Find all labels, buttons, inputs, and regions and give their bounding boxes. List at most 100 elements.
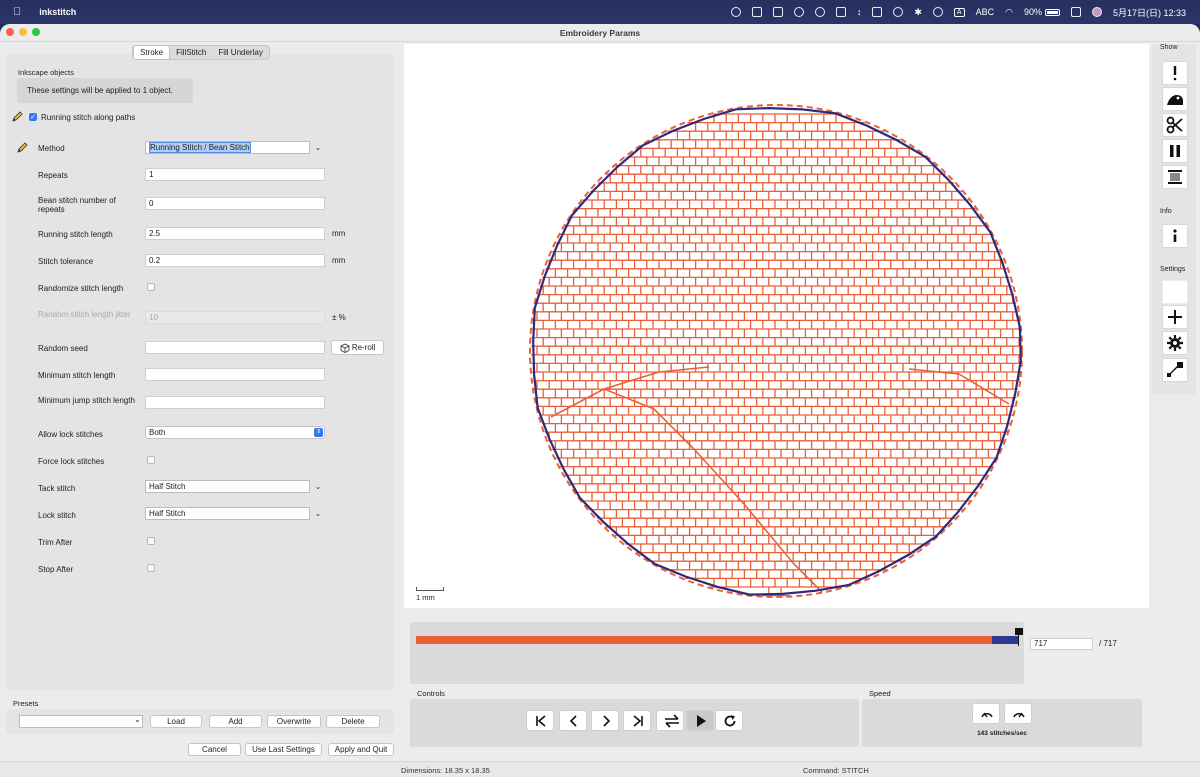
stop-after-checkbox[interactable] bbox=[147, 564, 155, 572]
tolerance-input[interactable]: 0.2 bbox=[145, 254, 325, 267]
display-icon[interactable] bbox=[835, 7, 846, 17]
method-combo[interactable]: Running Stitch / Bean Stitch bbox=[145, 141, 310, 154]
next-stitch-button[interactable] bbox=[591, 710, 619, 731]
info-icon bbox=[1173, 229, 1177, 242]
tack-stitch-combo[interactable]: Half Stitch bbox=[145, 480, 310, 493]
input-mode[interactable]: ABC bbox=[976, 7, 995, 17]
running-length-label: Running stitch length bbox=[38, 230, 113, 239]
needle-points-button[interactable] bbox=[1162, 358, 1188, 382]
preset-delete-button[interactable]: Delete bbox=[326, 715, 380, 728]
bluetooth-icon[interactable]: ✱ bbox=[914, 7, 922, 18]
tab-fill-underlay[interactable]: Fill Underlay bbox=[212, 46, 268, 59]
show-trims-button[interactable] bbox=[1162, 113, 1188, 137]
method-value: Running Stitch / Bean Stitch bbox=[149, 142, 251, 153]
allow-lock-select[interactable]: Both ⇕ bbox=[145, 426, 325, 439]
use-last-settings-button[interactable]: Use Last Settings bbox=[245, 743, 322, 756]
settings-button[interactable] bbox=[1162, 331, 1188, 355]
close-window-button[interactable] bbox=[6, 28, 14, 36]
slower-button[interactable] bbox=[972, 703, 1000, 724]
direction-button[interactable] bbox=[656, 710, 684, 731]
presets-combo[interactable] bbox=[19, 715, 143, 728]
pencil-icon bbox=[17, 142, 28, 153]
vpn-icon[interactable]: ↕ bbox=[857, 7, 862, 17]
presets-label: Presets bbox=[13, 699, 39, 708]
stitch-preview-canvas[interactable] bbox=[404, 44, 1149, 608]
progress-track[interactable] bbox=[416, 636, 1019, 644]
presets-chevron-icon[interactable]: ⌄ bbox=[134, 715, 141, 724]
first-stitch-button[interactable] bbox=[526, 710, 554, 731]
apple-menu-icon[interactable]:  bbox=[13, 6, 21, 18]
reroll-button[interactable]: Re-roll bbox=[331, 340, 384, 355]
min-stitch-input[interactable] bbox=[145, 368, 325, 381]
title-bar: Embroidery Params bbox=[0, 24, 1200, 42]
faster-button[interactable] bbox=[1004, 703, 1032, 724]
show-warnings-button[interactable] bbox=[1162, 61, 1188, 85]
lock-dropdown-chevron-icon[interactable]: ⌄ bbox=[312, 507, 324, 520]
force-lock-label: Force lock stitches bbox=[38, 457, 105, 466]
zoom-in-button[interactable] bbox=[1162, 305, 1188, 329]
show-stops-button[interactable] bbox=[1162, 139, 1188, 163]
blank-setting-button[interactable] bbox=[1162, 280, 1188, 304]
info-button[interactable] bbox=[1162, 224, 1188, 248]
face-icon[interactable] bbox=[932, 7, 943, 17]
previous-stitch-button[interactable] bbox=[559, 710, 587, 731]
running-length-input[interactable]: 2.5 bbox=[145, 227, 325, 240]
needle-points-icon bbox=[1167, 362, 1183, 377]
outline-stitch-path bbox=[532, 106, 1022, 596]
apply-and-quit-button[interactable]: Apply and Quit bbox=[328, 743, 394, 756]
stop-after-label: Stop After bbox=[38, 565, 74, 574]
swap-arrows-icon bbox=[665, 714, 679, 728]
randomize-checkbox[interactable] bbox=[147, 283, 155, 291]
app-menu[interactable]: inkstitch bbox=[39, 7, 76, 17]
chat-icon[interactable] bbox=[793, 7, 804, 17]
random-seed-input[interactable] bbox=[145, 341, 325, 354]
tab-stroke[interactable]: Stroke bbox=[133, 45, 171, 60]
clock[interactable]: 5月17日(日) 12:33 bbox=[1113, 6, 1186, 19]
wifi-icon[interactable]: ◠ bbox=[1005, 7, 1013, 18]
clipboard-icon[interactable] bbox=[751, 7, 762, 17]
running-stitch-checkbox[interactable]: ✓ bbox=[29, 113, 37, 121]
tack-dropdown-chevron-icon[interactable]: ⌄ bbox=[312, 480, 324, 493]
input-source-icon[interactable]: A bbox=[953, 7, 965, 17]
siri-icon[interactable] bbox=[1091, 7, 1102, 17]
controls-label: Controls bbox=[417, 689, 445, 698]
method-dropdown-chevron-icon[interactable]: ⌄ bbox=[312, 141, 324, 154]
force-lock-checkbox[interactable] bbox=[147, 456, 155, 464]
bean-repeats-label: Bean stitch number of repeats bbox=[38, 196, 116, 214]
stitch-preview[interactable]: 1 mm bbox=[404, 44, 1149, 608]
preset-overwrite-button[interactable]: Overwrite bbox=[267, 715, 321, 728]
control-center-icon[interactable] bbox=[1070, 7, 1081, 17]
select-stepper-icon: ⇕ bbox=[314, 428, 323, 437]
minimize-window-button[interactable] bbox=[19, 28, 27, 36]
sync-icon[interactable] bbox=[814, 7, 825, 17]
play-button[interactable] bbox=[686, 710, 714, 731]
bean-repeats-input[interactable]: 0 bbox=[145, 197, 325, 210]
lock-stitch-combo[interactable]: Half Stitch bbox=[145, 507, 310, 520]
info-label: Info bbox=[1160, 208, 1172, 215]
last-stitch-button[interactable] bbox=[623, 710, 651, 731]
battery-icon bbox=[1044, 9, 1060, 17]
method-label: Method bbox=[38, 144, 65, 153]
trim-after-checkbox[interactable] bbox=[147, 537, 155, 545]
show-color-changes-button[interactable] bbox=[1162, 165, 1188, 189]
travel-stitch bbox=[550, 366, 710, 418]
restart-button[interactable] bbox=[715, 710, 743, 731]
play-icon[interactable] bbox=[893, 7, 904, 17]
screen-record-icon[interactable] bbox=[730, 7, 741, 17]
min-jump-input[interactable] bbox=[145, 396, 325, 409]
preset-load-button[interactable]: Load bbox=[150, 715, 202, 728]
randomize-label: Randomize stitch length bbox=[38, 284, 124, 293]
window-icon[interactable] bbox=[872, 7, 883, 17]
battery-status[interactable]: 90% bbox=[1024, 7, 1060, 17]
frog-icon bbox=[1167, 95, 1183, 105]
lock-stitch-label: Lock stitch bbox=[38, 511, 76, 520]
progress-handle[interactable] bbox=[1015, 628, 1023, 635]
cancel-button[interactable]: Cancel bbox=[188, 743, 241, 756]
tab-fillstitch[interactable]: FillStitch bbox=[170, 46, 212, 59]
show-jumps-button[interactable] bbox=[1162, 87, 1188, 111]
current-stitch-input[interactable]: 717 bbox=[1030, 638, 1093, 650]
zoom-window-button[interactable] bbox=[32, 28, 40, 36]
repeats-input[interactable]: 1 bbox=[145, 168, 325, 181]
text-icon[interactable] bbox=[772, 7, 783, 17]
preset-add-button[interactable]: Add bbox=[209, 715, 262, 728]
